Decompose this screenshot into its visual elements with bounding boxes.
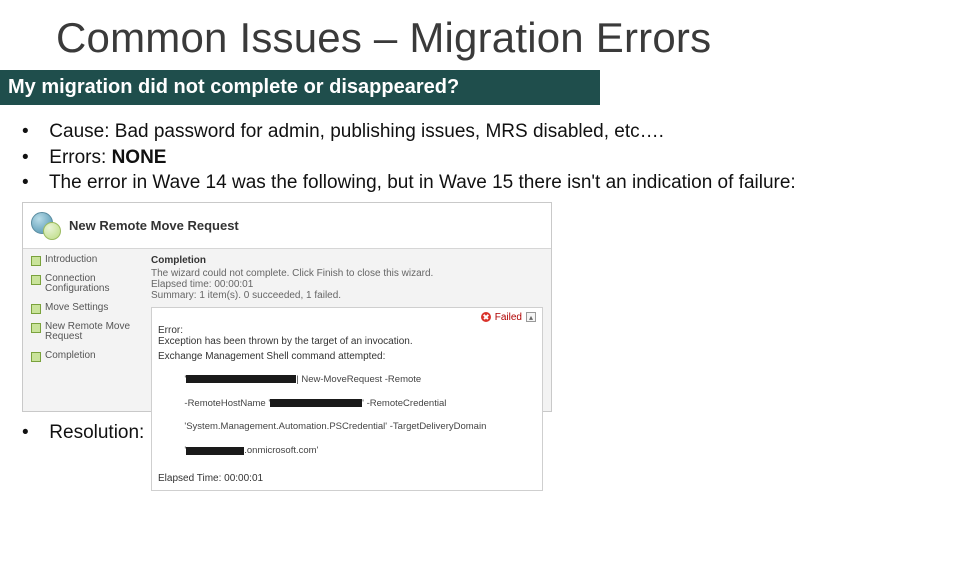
cmd-l4-post: .onmicrosoft.com' [244, 445, 318, 456]
cmd-label: Exchange Management Shell command attemp… [158, 351, 536, 362]
bullet-errors-value: NONE [112, 147, 167, 168]
nav-label: New Remote Move Request [45, 322, 143, 343]
nav-item-completion: Completion [31, 351, 143, 362]
checkbox-icon [31, 323, 41, 333]
checkbox-icon [31, 352, 41, 362]
completion-heading: Completion [151, 255, 543, 266]
summary-line: Summary: 1 item(s). 0 succeeded, 1 faile… [151, 290, 543, 301]
completion-desc: The wizard could not complete. Click Fin… [151, 268, 543, 279]
wizard-content: Completion The wizard could not complete… [147, 249, 551, 411]
wizard-nav: Introduction Connection Configurations M… [23, 249, 147, 411]
bullet-wave-text: The error in Wave 14 was the following, … [49, 172, 796, 193]
nav-label: Connection Configurations [45, 274, 143, 295]
redacted-block [186, 447, 244, 455]
elapsed-err: Elapsed Time: 00:00:01 [158, 473, 536, 484]
error-line: Exception has been thrown by the target … [158, 336, 536, 347]
cmd-block: '| New-MoveRequest -Remote -RemoteHostNa… [158, 362, 536, 469]
checkbox-icon [31, 304, 41, 314]
wizard-header: New Remote Move Request [23, 203, 551, 249]
bullet-errors: Errors: NONE [22, 145, 979, 171]
cmd-l3: 'System.Management.Automation.PSCredenti… [184, 421, 486, 432]
nav-label: Move Settings [45, 303, 108, 314]
failed-label: Failed [495, 312, 522, 323]
error-icon [481, 312, 491, 322]
wizard-window: New Remote Move Request Introduction Con… [22, 202, 552, 412]
checkbox-icon [31, 256, 41, 266]
bullet-cause-prefix: Cause: [49, 121, 114, 142]
cmd-l1-post: | New-MoveRequest -Remote [296, 374, 421, 385]
redacted-block [186, 375, 296, 383]
bullet-list: Cause: Bad password for admin, publishin… [22, 119, 979, 196]
cmd-l2-post: ' -RemoteCredential [362, 398, 446, 409]
chevron-up-icon[interactable]: ▴ [526, 312, 536, 322]
wizard-title: New Remote Move Request [69, 218, 239, 233]
nav-item-introduction: Introduction [31, 255, 143, 266]
bullet-wave: The error in Wave 14 was the following, … [22, 170, 979, 196]
elapsed-main: Elapsed time: 00:00:01 [151, 279, 543, 290]
nav-item-new-remote-move: New Remote Move Request [31, 322, 143, 343]
section-subtitle: My migration did not complete or disappe… [8, 76, 459, 99]
redacted-block [270, 399, 362, 407]
bullet-cause: Cause: Bad password for admin, publishin… [22, 119, 979, 145]
remote-move-icon [31, 210, 61, 240]
checkbox-icon [31, 275, 41, 285]
nav-label: Introduction [45, 255, 97, 266]
error-label: Error: [158, 325, 536, 336]
slide-title: Common Issues – Migration Errors [56, 14, 979, 62]
error-card: Failed ▴ Error: Exception has been throw… [151, 307, 543, 491]
bullet-cause-text: Bad password for admin, publishing issue… [115, 121, 664, 142]
nav-item-connection: Connection Configurations [31, 274, 143, 295]
failed-row: Failed ▴ [158, 312, 536, 323]
section-subtitle-band: My migration did not complete or disappe… [0, 70, 600, 105]
bullet-errors-prefix: Errors: [49, 147, 111, 168]
cmd-l2-pre: -RemoteHostName ' [184, 398, 270, 409]
nav-label: Completion [45, 351, 96, 362]
nav-item-move-settings: Move Settings [31, 303, 143, 314]
